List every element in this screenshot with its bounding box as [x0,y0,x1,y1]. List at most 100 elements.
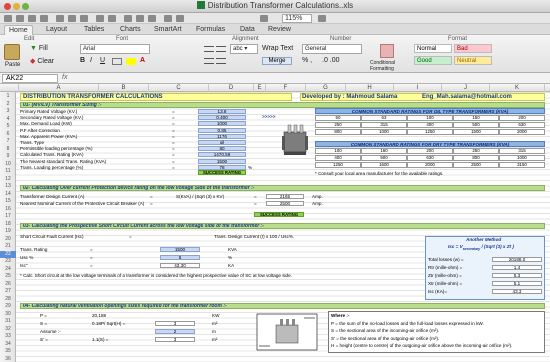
col-header-b[interactable]: B [99,84,149,92]
autosum-icon[interactable] [124,15,132,22]
row-header[interactable]: 30 [0,311,16,317]
row-header[interactable]: 29 [0,303,16,309]
gallery-icon[interactable] [164,15,172,22]
redo-icon[interactable] [108,15,116,22]
bold-button[interactable]: B [80,57,85,64]
row-header[interactable]: 8 [0,146,16,152]
merge-button[interactable]: Merge [262,57,292,65]
row-header[interactable]: 18 [0,221,16,227]
sizing-value[interactable]: 80 [198,146,246,152]
print-icon[interactable] [40,15,48,22]
align-justify-icon[interactable] [204,58,214,64]
vent-value[interactable]: 2 [155,329,195,334]
col-header-h[interactable]: H [346,84,394,92]
col-header-e[interactable]: E [254,84,266,92]
paste-big-icon[interactable] [4,44,20,60]
col-header-i[interactable]: I [394,84,442,92]
developer-email[interactable]: Eng_Mah.salama@hotmail.com [422,94,512,101]
row-header[interactable]: 24 [0,266,16,272]
number-format-select[interactable]: General [302,44,362,54]
sizing-value[interactable]: 1500 [198,158,246,164]
row-header[interactable]: 11 [0,168,16,174]
paste-button[interactable]: Paste [5,62,20,68]
fx-icon[interactable]: fx [62,74,67,81]
sizing-value[interactable]: 1176 [198,133,246,139]
col-header-k[interactable]: K [490,84,545,92]
col-header-g[interactable]: G [306,84,346,92]
name-box[interactable]: AK22 [2,74,58,83]
copy-icon[interactable] [68,15,76,22]
italic-button[interactable]: I [90,57,92,64]
style-good[interactable]: Good [414,56,452,65]
row-header[interactable]: 16 [0,206,16,212]
row-header[interactable]: 32 [0,326,16,332]
row-header[interactable]: 10 [0,161,16,167]
row-header[interactable]: 19 [0,228,16,234]
row-header[interactable]: 27 [0,288,16,294]
tab-tables[interactable]: Tables [80,25,108,35]
row-header[interactable]: 31 [0,318,16,324]
font-name-select[interactable]: Arial [80,44,150,54]
open-icon[interactable] [16,15,24,22]
tab-layout[interactable]: Layout [42,25,71,35]
zoom-field[interactable]: 115% [282,14,312,23]
row-header[interactable]: 33 [0,333,16,339]
row-header[interactable]: 23 [0,258,16,264]
row-header[interactable]: 2 [0,101,16,107]
row-header[interactable]: 14 [0,191,16,197]
tab-data[interactable]: Data [236,25,259,35]
row-header[interactable]: 35 [0,348,16,354]
col-header-j[interactable]: J [442,84,490,92]
sc-row-value[interactable]: 5 [160,255,200,260]
style-neutral[interactable]: Neutral [454,56,492,65]
col-header-d[interactable]: D [209,84,254,92]
row-header[interactable]: 7 [0,138,16,144]
row-header[interactable]: 21 [0,243,16,249]
sizing-value[interactable]: 1470.59 [198,152,246,158]
row-header[interactable]: 28 [0,296,16,302]
fill-button[interactable]: ▼ Fill [30,45,48,52]
font-color-icon[interactable]: A [140,57,145,64]
new-icon[interactable] [4,15,12,22]
row-header[interactable]: 5 [0,123,16,129]
conditional-formatting-icon[interactable] [380,44,394,58]
row-header[interactable]: 1 [0,93,16,99]
col-header-c[interactable]: C [149,84,209,92]
fill-color-icon[interactable] [126,58,136,65]
filter-icon[interactable] [148,15,156,22]
row-header[interactable]: 4 [0,116,16,122]
row-header[interactable]: 6 [0,131,16,137]
row-header[interactable]: 25 [0,273,16,279]
wrap-text-button[interactable]: Wrap Text [262,45,293,52]
tab-formulas[interactable]: Formulas [192,25,229,35]
row-header[interactable]: 34 [0,341,16,347]
decimal-button[interactable]: .0 .00 [322,57,340,64]
help-icon[interactable] [318,15,326,22]
tab-smartart[interactable]: SmartArt [150,25,186,35]
row-header[interactable]: 12 [0,176,16,182]
toolbox-icon[interactable] [176,15,184,22]
sizing-value[interactable]: 13.8 [198,109,246,114]
clear-button[interactable]: ◆ Clear [30,57,54,65]
undo-icon[interactable] [96,15,104,22]
abc-rotate-select[interactable]: abc ▾ [230,44,258,54]
sizing-value[interactable]: oil [198,140,246,145]
sizing-value[interactable]: 1000 [198,121,246,127]
row-header[interactable]: 20 [0,236,16,242]
conditional-formatting-button[interactable]: Conditional Formatting [370,60,406,72]
borders-icon[interactable] [112,58,122,65]
row-header[interactable]: 9 [0,153,16,159]
row-header[interactable]: 13 [0,183,16,189]
align-center-icon[interactable] [216,46,226,52]
col-header-a[interactable]: A [19,84,99,92]
row-header[interactable]: 26 [0,281,16,287]
row-header[interactable]: 15 [0,198,16,204]
row-header[interactable]: 3 [0,108,16,114]
tab-review[interactable]: Review [264,25,295,35]
style-bad[interactable]: Bad [454,44,492,53]
tab-charts[interactable]: Charts [116,25,145,35]
row-header[interactable]: 17 [0,213,16,219]
zoom-icon[interactable] [260,15,268,22]
sc-row-value[interactable]: 1500 [160,247,200,252]
cut-icon[interactable] [56,15,64,22]
